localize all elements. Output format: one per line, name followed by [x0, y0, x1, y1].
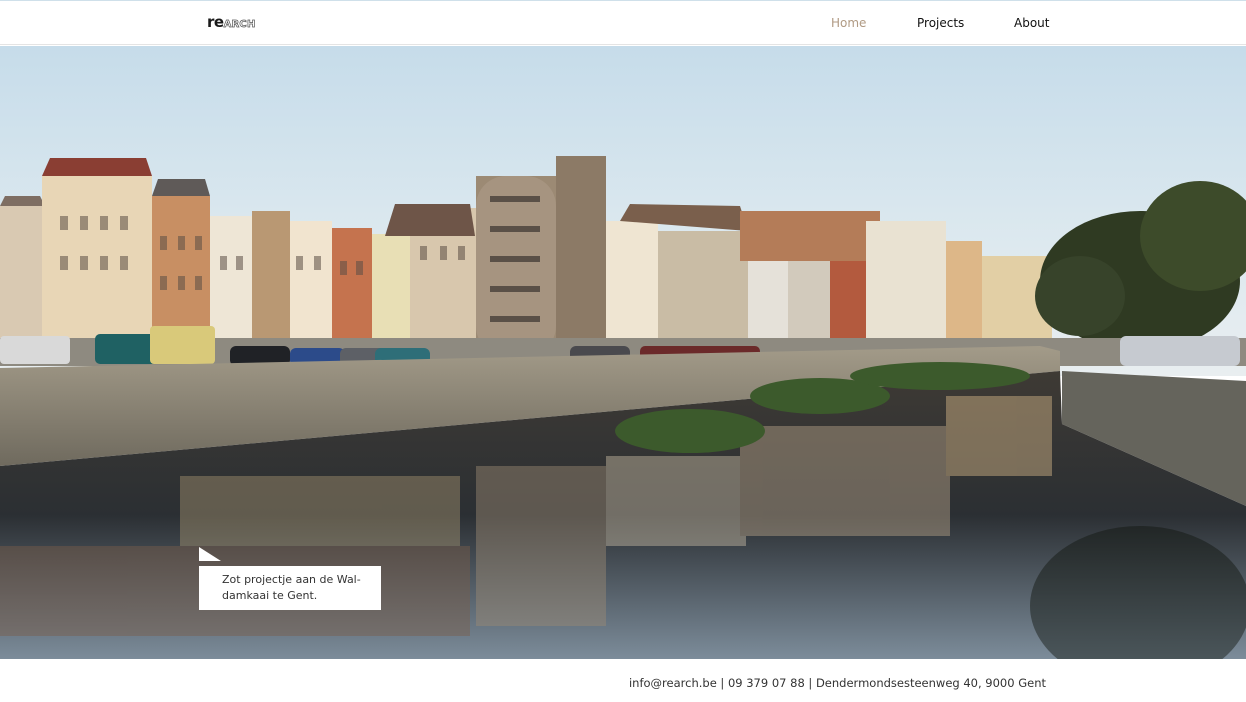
project-caption: Zot projectje aan de Wal-damkaai te Gent…: [199, 566, 381, 610]
site-footer: info@rearch.be | 09 379 07 88 | Dendermo…: [0, 659, 1246, 702]
nav-about-link[interactable]: About: [1014, 15, 1049, 31]
canal-photo: [0, 46, 1246, 659]
nav-projects-link[interactable]: Projects: [917, 15, 964, 31]
logo-arch: ARCH: [223, 19, 256, 31]
site-header: re ARCH Home Projects About: [0, 1, 1246, 45]
caption-corner-flag: [199, 547, 221, 561]
modern-tower: [476, 156, 606, 356]
logo[interactable]: re ARCH: [207, 14, 256, 30]
footer-contact-info: info@rearch.be | 09 379 07 88 | Dendermo…: [628, 676, 1046, 690]
nav-home-link[interactable]: Home: [831, 15, 866, 31]
hero-image: [0, 46, 1246, 659]
logo-re: re: [207, 13, 224, 31]
